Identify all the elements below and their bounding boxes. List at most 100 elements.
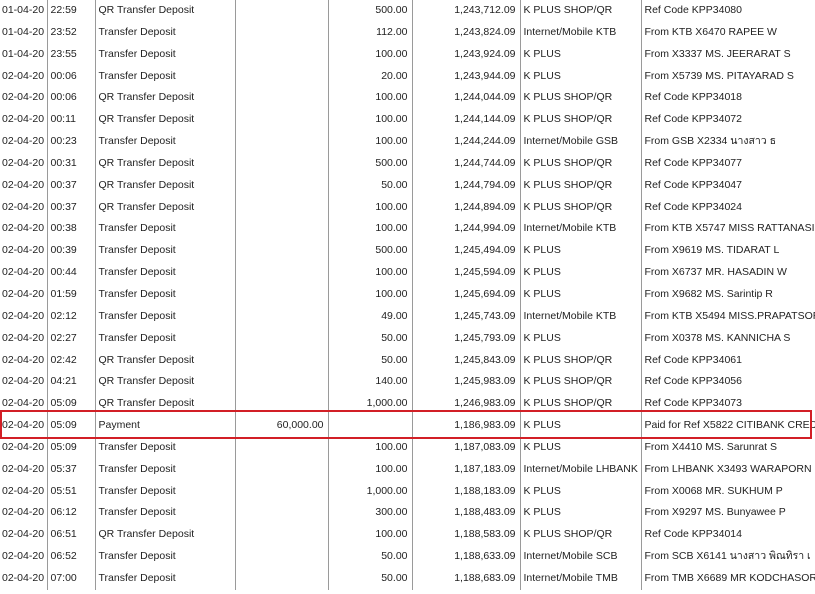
- transaction-row: 01-04-20 23:52 Transfer Deposit 112.00 1,243…: [0, 21, 815, 44]
- deposit-cell: 100.00: [327, 436, 412, 459]
- time-cell: 05:09: [46, 415, 95, 437]
- date-cell: 02-04-20: [2, 331, 45, 344]
- time-cell: 00:11: [46, 109, 95, 132]
- date-cell: 02-04-20: [2, 375, 45, 388]
- date-cell: 02-04-20: [2, 528, 45, 541]
- description-cell: QR Transfer Deposit: [94, 109, 235, 132]
- details-cell: Ref Code KPP34061: [640, 349, 815, 372]
- details-cell: Ref Code KPP34080: [640, 0, 815, 22]
- balance-cell: 1,245,694.09: [411, 283, 520, 306]
- description-cell: Transfer Deposit: [94, 262, 235, 284]
- withdrawal-cell: [234, 305, 328, 328]
- date-cell: 02-04-20: [2, 287, 45, 300]
- deposit-cell: 112.00: [327, 21, 412, 44]
- transaction-row: 02-04-20 00:06 QR Transfer Deposit 100.00 1,…: [0, 87, 815, 110]
- balance-cell: 1,243,712.09: [411, 0, 520, 22]
- deposit-cell: 100.00: [327, 283, 412, 306]
- deposit-cell: [327, 415, 412, 437]
- withdrawal-cell: [234, 65, 328, 88]
- deposit-cell: 140.00: [327, 371, 412, 394]
- description-cell: Transfer Deposit: [94, 458, 235, 481]
- details-cell: Ref Code KPP34024: [640, 196, 815, 219]
- transaction-row: 02-04-20 02:42 QR Transfer Deposit 50.00 1,2…: [0, 349, 815, 372]
- withdrawal-cell: 60,000.00: [234, 415, 328, 437]
- transaction-row: 01-04-20 23:55 Transfer Deposit 100.00 1,243…: [0, 43, 815, 66]
- date-cell: 02-04-20: [2, 419, 45, 432]
- description-cell: QR Transfer Deposit: [94, 393, 235, 416]
- description-cell: Transfer Deposit: [94, 546, 235, 568]
- withdrawal-cell: [234, 524, 328, 547]
- transaction-row: 02-04-20 02:27 Transfer Deposit 50.00 1,245,…: [0, 327, 815, 350]
- description-cell: Transfer Deposit: [94, 240, 235, 263]
- description-cell: Transfer Deposit: [94, 480, 235, 503]
- balance-cell: 1,245,743.09: [411, 305, 520, 328]
- details-cell: From SCB X6141 นางสาว พิณทิรา เ: [640, 546, 815, 568]
- date-cell: 02-04-20: [2, 550, 45, 563]
- deposit-cell: 100.00: [327, 458, 412, 481]
- date-cell: 02-04-20: [2, 397, 45, 410]
- channel-cell: Internet/Mobile LHBANK: [519, 458, 641, 481]
- transaction-row: 02-04-20 00:23 Transfer Deposit 100.00 1,244…: [0, 131, 815, 153]
- withdrawal-cell: [234, 131, 328, 153]
- deposit-cell: 500.00: [327, 240, 412, 263]
- transaction-table: 01-04-20 22:59 QR Transfer Deposit 500.00 1,…: [0, 0, 815, 590]
- description-cell: Transfer Deposit: [94, 131, 235, 153]
- details-cell: Paid for Ref X5822 CITIBANK CREDIT CARD: [640, 415, 815, 437]
- time-cell: 04:21: [46, 371, 95, 394]
- balance-cell: 1,188,683.09: [411, 567, 520, 590]
- transaction-row: 02-04-20 00:37 QR Transfer Deposit 50.00 1,2…: [0, 174, 815, 197]
- time-cell: 23:55: [46, 43, 95, 66]
- balance-cell: 1,245,843.09: [411, 349, 520, 372]
- description-cell: Transfer Deposit: [94, 436, 235, 459]
- channel-cell: Internet/Mobile SCB: [519, 546, 641, 568]
- balance-cell: 1,243,944.09: [411, 65, 520, 88]
- withdrawal-cell: [234, 458, 328, 481]
- details-cell: From KTB X5494 MISS.PRAPATSORN W: [640, 305, 815, 328]
- deposit-cell: 100.00: [327, 218, 412, 241]
- deposit-cell: 100.00: [327, 87, 412, 110]
- time-cell: 06:51: [46, 524, 95, 547]
- description-cell: Transfer Deposit: [94, 283, 235, 306]
- balance-cell: 1,244,794.09: [411, 174, 520, 197]
- transaction-row: 01-04-20 22:59 QR Transfer Deposit 500.00 1,…: [0, 0, 815, 22]
- time-cell: 00:31: [46, 152, 95, 175]
- deposit-cell: 50.00: [327, 349, 412, 372]
- description-cell: Transfer Deposit: [94, 218, 235, 241]
- withdrawal-cell: [234, 218, 328, 241]
- balance-cell: 1,246,983.09: [411, 393, 520, 416]
- transaction-row: 02-04-20 05:09 QR Transfer Deposit 1,000.00…: [0, 393, 815, 416]
- details-cell: From X3337 MS. JEERARAT S: [640, 43, 815, 66]
- date-cell: 02-04-20: [2, 200, 45, 213]
- balance-cell: 1,245,983.09: [411, 371, 520, 394]
- description-cell: QR Transfer Deposit: [94, 349, 235, 372]
- balance-cell: 1,188,483.09: [411, 502, 520, 525]
- channel-cell: K PLUS: [519, 283, 641, 306]
- time-cell: 00:37: [46, 196, 95, 219]
- transaction-row: 02-04-20 00:44 Transfer Deposit 100.00 1,245…: [0, 262, 815, 284]
- date-cell: 02-04-20: [2, 222, 45, 235]
- withdrawal-cell: [234, 43, 328, 66]
- date-cell: 02-04-20: [2, 440, 45, 453]
- balance-cell: 1,188,583.09: [411, 524, 520, 547]
- date-cell: 01-04-20: [2, 4, 45, 16]
- deposit-cell: 300.00: [327, 502, 412, 525]
- transaction-row: 02-04-20 00:06 Transfer Deposit 20.00 1,243,…: [0, 65, 815, 88]
- channel-cell: K PLUS SHOP/QR: [519, 371, 641, 394]
- withdrawal-cell: [234, 349, 328, 372]
- channel-cell: K PLUS SHOP/QR: [519, 349, 641, 372]
- date-cell: 02-04-20: [2, 178, 45, 191]
- channel-cell: K PLUS: [519, 262, 641, 284]
- date-cell: 02-04-20: [2, 113, 45, 126]
- channel-cell: K PLUS SHOP/QR: [519, 196, 641, 219]
- deposit-cell: 49.00: [327, 305, 412, 328]
- withdrawal-cell: [234, 436, 328, 459]
- deposit-cell: 50.00: [327, 567, 412, 590]
- details-cell: From X4410 MS. Sarunrat S: [640, 436, 815, 459]
- deposit-cell: 100.00: [327, 524, 412, 547]
- channel-cell: K PLUS: [519, 43, 641, 66]
- description-cell: QR Transfer Deposit: [94, 0, 235, 22]
- date-cell: 02-04-20: [2, 156, 45, 169]
- date-cell: 01-04-20: [2, 25, 45, 38]
- withdrawal-cell: [234, 480, 328, 503]
- time-cell: 00:23: [46, 131, 95, 153]
